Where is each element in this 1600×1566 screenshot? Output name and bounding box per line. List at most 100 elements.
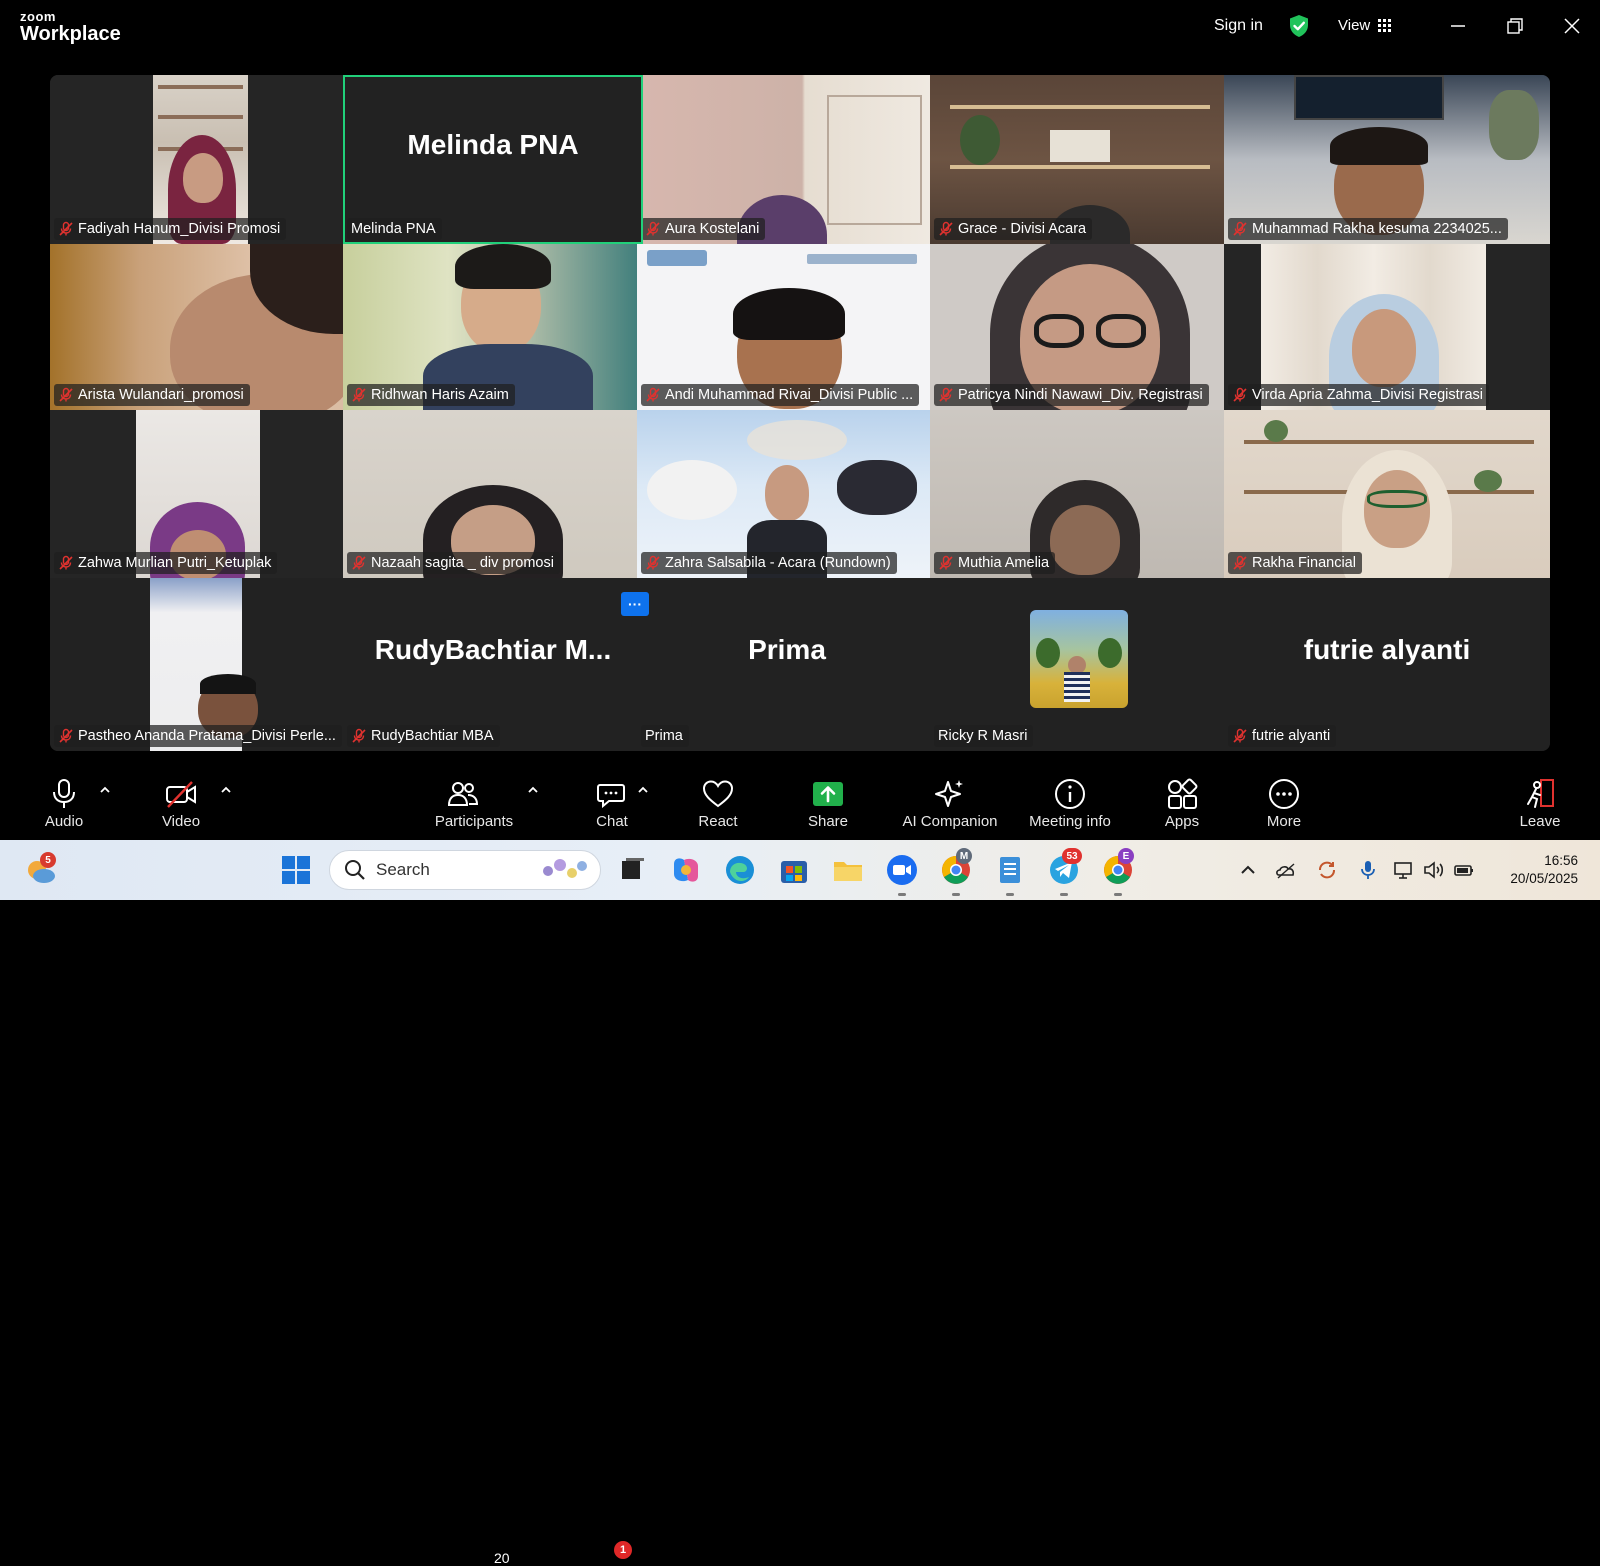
microphone-muted-icon (939, 387, 953, 402)
microphone-muted-icon (352, 728, 366, 743)
participant-tile[interactable]: Rakha Financial (1224, 410, 1550, 578)
chrome-running-indicator (952, 893, 960, 896)
microsoft-store-icon[interactable] (776, 852, 812, 888)
weather-notification-badge: 5 (40, 852, 56, 868)
video-off-icon (166, 781, 196, 808)
microphone-muted-icon (1233, 221, 1247, 236)
chrome-e-running-indicator (1114, 893, 1122, 896)
taskbar-search-box[interactable]: Search (329, 850, 601, 890)
participant-tile[interactable]: Aura Kostelani (637, 75, 937, 244)
participant-name-tag: Muhammad Rakha kesuma 2234025... (1228, 218, 1508, 240)
chat-button[interactable]: Chat (562, 765, 662, 840)
microphone-muted-icon (352, 387, 366, 402)
participant-tile[interactable]: Pastheo Ananda Pratama_Divisi Perle... (50, 578, 350, 751)
title-bar: zoom Workplace Sign in View (0, 0, 1600, 56)
search-placeholder: Search (376, 860, 430, 879)
more-dots-icon (1269, 779, 1299, 809)
share-label: Share (807, 813, 849, 830)
microphone-muted-icon (1233, 555, 1247, 570)
microphone-muted-icon (352, 555, 366, 570)
volume-icon[interactable] (1422, 858, 1446, 882)
more-button[interactable]: More (1234, 765, 1334, 840)
minimize-icon[interactable] (1446, 14, 1470, 38)
participant-tile-active-speaker[interactable]: Melinda PNA Melinda PNA (343, 75, 643, 244)
participant-tile[interactable]: Arista Wulandari_promosi (50, 244, 350, 410)
close-icon[interactable] (1560, 14, 1584, 38)
sync-icon[interactable] (1315, 858, 1339, 882)
video-options-chevron-icon[interactable] (219, 785, 233, 795)
meeting-toolbar: Audio Video Participants 20 Chat 1 React… (0, 765, 1600, 1566)
participant-name: Ricky R Masri (938, 728, 1028, 744)
participant-tile[interactable]: Virda Apria Zahma_Divisi Registrasi (1224, 244, 1550, 410)
participant-tile[interactable]: Prima Prima (637, 578, 937, 751)
battery-icon[interactable] (1452, 858, 1476, 882)
participants-options-chevron-icon[interactable] (526, 785, 540, 795)
clock-date: 20/05/2025 (1510, 871, 1578, 886)
shield-check-icon[interactable] (1288, 14, 1310, 38)
meeting-info-button[interactable]: Meeting info (1010, 765, 1130, 840)
notepad-running-indicator (1006, 893, 1014, 896)
participant-name: Muhammad Rakha kesuma 2234025... (1252, 221, 1502, 237)
microphone-muted-icon (646, 387, 660, 402)
restore-icon[interactable] (1503, 14, 1527, 38)
task-view-icon[interactable] (614, 852, 650, 888)
participant-name: Prima (645, 728, 683, 744)
participant-tile[interactable]: Patricya Nindi Nawawi_Div. Registrasi (930, 244, 1230, 410)
microphone-muted-icon (939, 555, 953, 570)
onedrive-icon[interactable] (1274, 858, 1298, 882)
participant-name: Aura Kostelani (665, 221, 760, 237)
participant-tile[interactable]: Nazaah sagita _ div promosi (343, 410, 643, 578)
system-clock[interactable]: 16:56 20/05/2025 (1510, 852, 1578, 888)
leave-icon (1527, 779, 1554, 808)
microphone-muted-icon (1233, 728, 1247, 743)
participant-name: Nazaah sagita _ div promosi (371, 555, 554, 571)
view-label: View (1338, 17, 1371, 34)
participant-tile[interactable]: Fadiyah Hanum_Divisi Promosi (50, 75, 350, 244)
logo-bottom: Workplace (20, 23, 121, 45)
show-hidden-icons-chevron-icon[interactable] (1236, 858, 1260, 882)
participant-tile[interactable]: Ricky R Masri (930, 578, 1230, 751)
participant-tile[interactable]: RudyBachtiar M... RudyBachtiar MBA (343, 578, 643, 751)
participants-button[interactable]: Participants (424, 765, 524, 840)
participant-tile[interactable]: Ridhwan Haris Azaim (343, 244, 643, 410)
participant-name-tag: Andi Muhammad Rivai_Divisi Public ... (641, 384, 920, 406)
participant-tile[interactable]: Grace - Divisi Acara (930, 75, 1230, 244)
participant-name-tag: Ridhwan Haris Azaim (347, 384, 515, 406)
file-explorer-icon[interactable] (830, 852, 866, 888)
network-icon[interactable] (1392, 858, 1416, 882)
edge-browser-icon[interactable] (722, 852, 758, 888)
zoom-workplace-logo: zoom Workplace (20, 10, 121, 44)
participant-name-tag: Aura Kostelani (641, 218, 766, 240)
participant-tile[interactable]: Muthia Amelia (930, 410, 1230, 578)
tile-more-options-button[interactable]: ··· (621, 592, 649, 616)
logo-top: zoom (20, 9, 56, 24)
leave-label: Leave (1519, 813, 1561, 830)
apps-button[interactable]: Apps (1132, 765, 1232, 840)
copilot-icon[interactable] (668, 852, 704, 888)
ai-companion-button[interactable]: AI Companion (890, 765, 1010, 840)
notepad-icon[interactable] (992, 852, 1028, 888)
participant-tile[interactable]: Muhammad Rakha kesuma 2234025... (1224, 75, 1550, 244)
microphone-icon (53, 779, 75, 808)
audio-options-chevron-icon[interactable] (98, 785, 112, 795)
windows-start-icon[interactable] (278, 852, 314, 888)
microphone-muted-icon (59, 221, 73, 236)
share-button[interactable]: Share (778, 765, 878, 840)
participant-name-tag: Zahra Salsabila - Acara (Rundown) (641, 552, 897, 574)
participant-tile[interactable]: Zahra Salsabila - Acara (Rundown) (637, 410, 937, 578)
participant-tile[interactable]: Andi Muhammad Rivai_Divisi Public ... (637, 244, 937, 410)
react-button[interactable]: React (668, 765, 768, 840)
chrome-profile-e-badge: E (1118, 848, 1134, 864)
participant-name: RudyBachtiar MBA (371, 728, 494, 744)
leave-button[interactable]: Leave (1490, 765, 1590, 840)
microphone-tray-icon[interactable] (1356, 858, 1380, 882)
video-button[interactable]: Video (131, 765, 231, 840)
participants-label: Participants (434, 813, 514, 830)
zoom-app-icon[interactable] (884, 852, 920, 888)
sign-in-button[interactable]: Sign in (1214, 17, 1263, 35)
chat-options-chevron-icon[interactable] (636, 785, 650, 795)
participant-tile[interactable]: futrie alyanti futrie alyanti (1224, 578, 1550, 751)
view-button[interactable]: View (1338, 17, 1392, 34)
audio-button[interactable]: Audio (14, 765, 114, 840)
participant-tile[interactable]: Zahwa Murlian Putri_Ketuplak (50, 410, 350, 578)
